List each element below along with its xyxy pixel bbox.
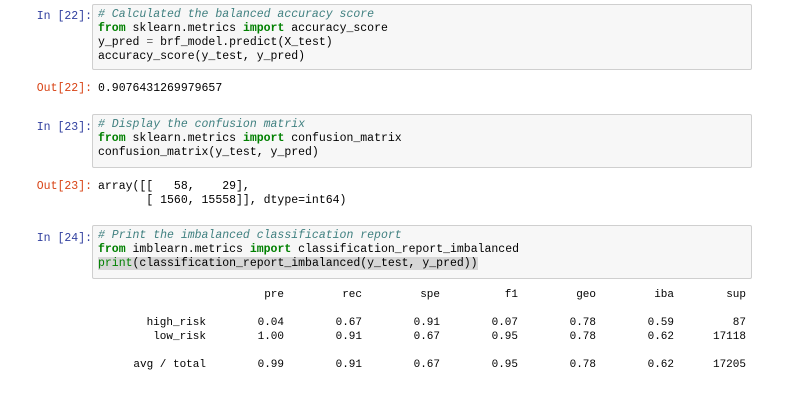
report-cell: 0.07 [491,317,518,329]
report-header-sup: sup [726,289,746,301]
report-spacer [98,302,746,316]
report-cell: 0.62 [647,359,674,371]
cell-22-output: 0.9076431269979657 [98,82,223,95]
report-cell: 17118 [712,331,746,343]
code-line: from sklearn.metrics import confusion_ma… [98,132,746,146]
report-header-f1: f1 [504,289,518,301]
report-cell: 0.67 [413,359,440,371]
report-cell: 0.59 [647,317,674,329]
report-cell: 0.04 [257,317,284,329]
code-line: # Display the confusion matrix [98,118,746,132]
code-token: import [242,22,285,35]
report-cell: 0.99 [257,359,284,371]
code-line: accuracy_score(y_test, y_pred) [98,50,746,64]
code-token: sklearn.metrics [125,132,243,145]
cell-22-in-prompt: In [22]: [36,10,92,23]
report-cell: 0.91 [335,359,362,371]
report-spacer [98,344,746,358]
report-row-total: avg / total 0.99 0.91 0.67 0.95 0.78 0.6… [98,358,746,372]
report-header-pre: pre [264,289,284,301]
report-header-row: pre rec spe f1 geo iba sup [98,288,746,302]
code-token: accuracy_score [284,22,388,35]
code-token: (classification_report_imbalanced(y_test… [132,257,478,270]
report-header-iba: iba [654,289,674,301]
report-cell: 0.78 [569,331,596,343]
code-token: print [98,257,133,270]
code-token: from [98,22,126,35]
code-token: from [98,243,126,256]
report-cell: 0.62 [647,331,674,343]
report-cell: 87 [732,317,746,329]
cell-23-code-input[interactable]: # Display the confusion matrix from sklea… [92,114,752,168]
code-token: confusion_matrix [284,132,402,145]
report-cell: 1.00 [257,331,284,343]
report-row-low-risk: low_risk 1.00 0.91 0.67 0.95 0.78 0.62 1… [98,330,746,344]
cell-22-out-prompt: Out[22]: [36,82,92,95]
report-cell: 0.67 [413,331,440,343]
code-token: brf_model.predict(X_test) [153,36,333,49]
cell-24-in-prompt: In [24]: [36,232,92,245]
code-line: y_pred = brf_model.predict(X_test) [98,36,746,50]
code-token: import [249,243,292,256]
code-token: sklearn.metrics [125,22,243,35]
report-cell: avg / total [133,359,206,371]
code-token: y_pred [98,36,147,49]
cell-24-code-input[interactable]: # Print the imbalanced classification re… [92,225,752,279]
code-token: # Display the confusion matrix [98,118,306,131]
report-cell: 0.78 [569,317,596,329]
code-line: confusion_matrix(y_test, y_pred) [98,146,746,160]
code-token: accuracy_score(y_test, y_pred) [98,50,306,63]
code-token: imblearn.metrics [125,243,250,256]
classification-report-table: pre rec spe f1 geo iba sup high_risk 0.0… [98,288,746,372]
report-cell: 17205 [712,359,746,371]
report-cell: 0.78 [569,359,596,371]
report-cell: 0.91 [335,331,362,343]
report-cell: 0.95 [491,331,518,343]
report-cell: 0.95 [491,359,518,371]
code-token: classification_report_imbalanced [291,243,520,256]
code-token: # Print the imbalanced classification re… [98,229,402,242]
code-line: # Print the imbalanced classification re… [98,229,746,243]
cell-23-output: array([[ 58, 29], [ 1560, 15558]], dtype… [98,180,347,207]
report-cell: low_risk [153,331,206,343]
code-token: from [98,132,126,145]
code-line: from imblearn.metrics import classificat… [98,243,746,257]
cell-22-code-input[interactable]: # Calculated the balanced accuracy score… [92,4,752,70]
code-token: import [242,132,285,145]
report-cell: 0.91 [413,317,440,329]
cell-23-out-prompt: Out[23]: [36,180,92,193]
cell-23-in-prompt: In [23]: [36,121,92,134]
code-line: # Calculated the balanced accuracy score [98,8,746,22]
code-line: print(classification_report_imbalanced(y… [98,257,746,271]
report-cell: 0.67 [335,317,362,329]
report-row-high-risk: high_risk 0.04 0.67 0.91 0.07 0.78 0.59 … [98,316,746,330]
report-header-geo: geo [576,289,596,301]
report-cell: high_risk [146,317,206,329]
code-line: from sklearn.metrics import accuracy_sco… [98,22,746,36]
report-header-spe: spe [420,289,440,301]
report-header-label [98,288,206,302]
code-token: confusion_matrix(y_test, y_pred) [98,146,319,159]
report-header-rec: rec [342,289,362,301]
code-token: # Calculated the balanced accuracy score [98,8,375,21]
